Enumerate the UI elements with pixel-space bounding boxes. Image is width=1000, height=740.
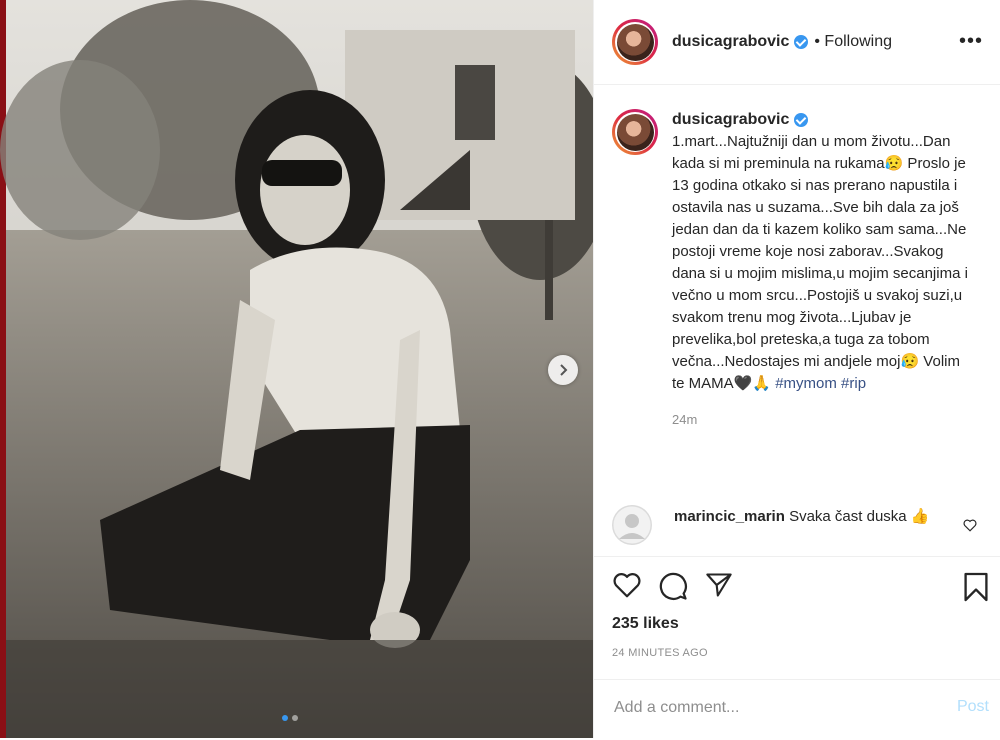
- comment-icon: [659, 572, 687, 600]
- commenter-avatar[interactable]: [612, 505, 652, 545]
- post-photo[interactable]: [0, 0, 593, 738]
- likes-count[interactable]: 235 likes: [612, 615, 679, 633]
- more-options-icon[interactable]: •••: [959, 30, 983, 53]
- author-avatar[interactable]: [612, 19, 658, 65]
- post-details-panel: dusicagrabovic • Following ••• dusicagra…: [593, 0, 1000, 738]
- post-timestamp: 24 MINUTES AGO: [612, 647, 708, 659]
- verified-icon: [794, 35, 809, 49]
- like-comment-button[interactable]: [963, 519, 977, 537]
- comment-text: Svaka čast duska 👍: [789, 508, 930, 525]
- like-button[interactable]: [612, 571, 642, 606]
- post-caption: dusicagrabovic 1.mart...Najtužniji dan u…: [612, 109, 972, 431]
- save-button[interactable]: [963, 571, 989, 608]
- comment-button[interactable]: [658, 571, 688, 606]
- heart-icon: [613, 573, 641, 598]
- comment-composer: Post: [594, 679, 1000, 740]
- commenter-username[interactable]: marincic_marin: [674, 508, 785, 525]
- chevron-right-icon: [560, 364, 568, 376]
- caption-timestamp[interactable]: 24m: [672, 409, 972, 431]
- caption-avatar[interactable]: [612, 109, 658, 155]
- default-avatar-icon: [612, 505, 652, 545]
- caption-body: 1.mart...Najtužniji dan u mom životu...D…: [672, 131, 972, 395]
- next-slide-button[interactable]: [548, 355, 578, 385]
- vintage-photo-image: [0, 0, 593, 738]
- add-comment-input[interactable]: [612, 698, 926, 718]
- hashtag-link[interactable]: #rip: [841, 375, 866, 392]
- carousel-indicator: [282, 715, 298, 721]
- carousel-dot-2: [292, 715, 298, 721]
- author-username[interactable]: dusicagrabovic: [672, 33, 789, 51]
- post-header: dusicagrabovic • Following •••: [594, 0, 1000, 85]
- caption-text: 1.mart...Najtužniji dan u mom životu...D…: [672, 133, 968, 392]
- share-button[interactable]: [704, 571, 734, 606]
- following-status[interactable]: • Following: [814, 33, 892, 51]
- comments-scroll-area[interactable]: dusicagrabovic 1.mart...Najtužniji dan u…: [594, 85, 1000, 555]
- verified-icon: [794, 113, 809, 128]
- comment-item: marincic_marin Svaka čast duska 👍: [612, 505, 964, 545]
- carousel-dot-1: [282, 715, 288, 721]
- post-comment-button[interactable]: Post: [957, 698, 989, 716]
- share-icon: [706, 573, 732, 597]
- caption-username[interactable]: dusicagrabovic: [672, 111, 789, 128]
- hashtag-link[interactable]: #mymom: [775, 375, 837, 392]
- bookmark-icon: [964, 572, 988, 602]
- like-comment-heart-icon: [963, 519, 977, 532]
- post-actions: 235 likes 24 MINUTES AGO Post: [594, 556, 1000, 739]
